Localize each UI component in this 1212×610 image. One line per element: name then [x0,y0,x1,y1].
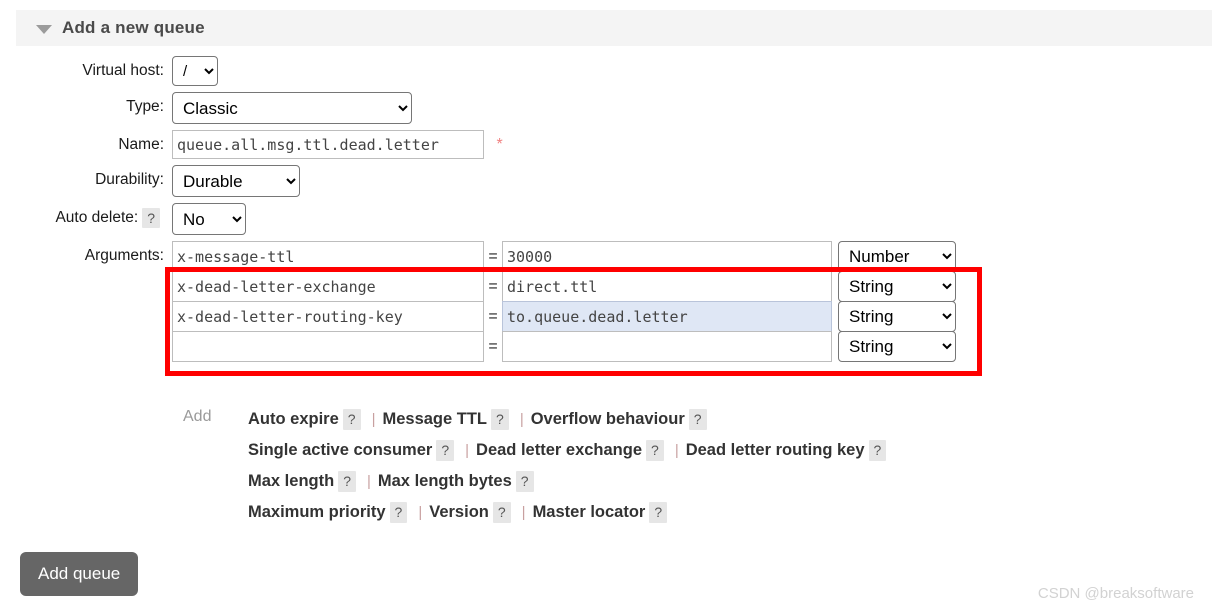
field-row-virtual-host: Virtual host: / [0,56,1212,86]
help-icon[interactable]: ? [491,409,509,430]
help-icon[interactable]: ? [389,502,408,523]
help-icon[interactable]: ? [688,409,707,430]
argument-row: = Number [172,241,956,272]
preset-link[interactable]: Dead letter routing key [686,441,865,460]
preset-link[interactable]: Max length bytes [378,472,512,491]
argument-value-input[interactable] [502,271,832,302]
preset-line: Auto expire? | Message TTL? | Overflow behav… [248,404,1183,435]
help-icon[interactable]: ? [649,502,668,523]
preset-separator: | [521,504,526,521]
argument-key-input[interactable] [172,241,484,272]
argument-type-cell: Number [838,241,956,272]
preset-separator: | [519,411,524,428]
required-asterisk: * [496,136,503,153]
help-icon[interactable]: ? [515,471,534,492]
argument-row: = String [172,271,956,302]
preset-line: Max length? | Max length bytes? [248,466,1183,497]
durability-control: Durable [172,165,300,197]
type-control: Classic [172,92,412,124]
preset-link[interactable]: Single active consumer [248,441,432,460]
preset-separator: | [674,442,679,459]
help-icon[interactable]: ? [646,440,664,461]
help-icon[interactable]: ? [342,409,361,430]
preset-link[interactable]: Master locator [533,503,646,522]
durability-label: Durability: [95,171,164,188]
arguments-table: = Number = String = String = String [172,241,956,362]
queue-name-input[interactable] [172,130,484,159]
argument-row: = String [172,331,956,362]
name-label: Name: [118,136,164,153]
preset-link[interactable]: Overflow behaviour [531,410,685,429]
equals-sign: = [488,247,498,265]
help-icon[interactable]: ? [338,471,356,492]
auto-delete-control: No [172,203,246,235]
add-queue-page: Add a new queue Virtual host: / Type: Cl… [0,0,1212,610]
help-icon-auto-delete[interactable]: ? [142,207,160,229]
argument-type-cell: String [838,271,956,302]
argument-type-select[interactable]: Number [838,241,956,272]
name-control: * [172,130,503,159]
auto-delete-label: Auto delete: ? [0,203,172,229]
argument-presets: Add Auto expire? | Message TTL? | Overflow b… [183,404,1183,528]
preset-line: Maximum priority? | Version? | Master locato… [248,497,1183,528]
preset-link[interactable]: Max length [248,472,334,491]
field-row-durability: Durability: Durable [0,165,1212,197]
field-row-name: Name: * [0,130,1212,159]
virtual-host-control: / [172,56,218,86]
queue-type-select[interactable]: Classic [172,92,412,124]
field-row-arguments: Arguments: = Number = String = String = String [0,241,1212,362]
field-row-type: Type: Classic [0,92,1212,124]
preset-link[interactable]: Auto expire [248,410,339,429]
argument-key-input[interactable] [172,331,484,362]
virtual-host-select[interactable]: / [172,56,218,86]
field-row-auto-delete: Auto delete: ? No [0,203,1212,235]
add-argument-link[interactable]: Add [183,408,211,426]
argument-row: = String [172,301,956,332]
argument-value-input[interactable] [502,331,832,362]
section-header[interactable]: Add a new queue [16,10,1212,46]
type-label: Type: [126,98,164,115]
argument-type-select[interactable]: String [838,331,956,362]
argument-type-cell: String [838,331,956,362]
preset-separator: | [366,473,371,490]
preset-link[interactable]: Message TTL [382,410,487,429]
preset-separator: | [465,442,470,459]
equals-sign: = [488,337,498,355]
argument-key-input[interactable] [172,301,484,332]
add-queue-button[interactable]: Add queue [20,552,139,596]
preset-separator: | [371,411,376,428]
durability-select[interactable]: Durable [172,165,300,197]
help-icon[interactable]: ? [868,440,887,461]
triangle-down-icon[interactable] [36,24,52,34]
preset-line: Single active consumer? | Dead letter exch… [248,435,1183,466]
preset-link[interactable]: Version [429,503,489,522]
equals-sign: = [488,277,498,295]
auto-delete-label-text: Auto delete: [55,209,139,226]
argument-type-select[interactable]: String [838,271,956,302]
help-icon[interactable]: ? [492,502,511,523]
argument-value-input[interactable] [502,241,832,272]
equals-sign: = [488,307,498,325]
page-title: Add a new queue [62,18,205,37]
preset-rows: Auto expire? | Message TTL? | Overflow behav… [248,404,1183,528]
watermark: CSDN @breaksoftware [1037,585,1194,602]
argument-type-cell: String [838,301,956,332]
preset-link[interactable]: Dead letter exchange [476,441,642,460]
preset-separator: | [418,504,423,521]
auto-delete-select[interactable]: No [172,203,246,235]
arguments-label: Arguments: [84,247,164,264]
add-queue-form: Virtual host: / Type: Classic Name: * [0,56,1212,367]
virtual-host-label: Virtual host: [82,62,164,79]
argument-type-select[interactable]: String [838,301,956,332]
argument-value-input[interactable] [502,301,832,332]
argument-key-input[interactable] [172,271,484,302]
help-icon[interactable]: ? [436,440,455,461]
preset-link[interactable]: Maximum priority [248,503,386,522]
